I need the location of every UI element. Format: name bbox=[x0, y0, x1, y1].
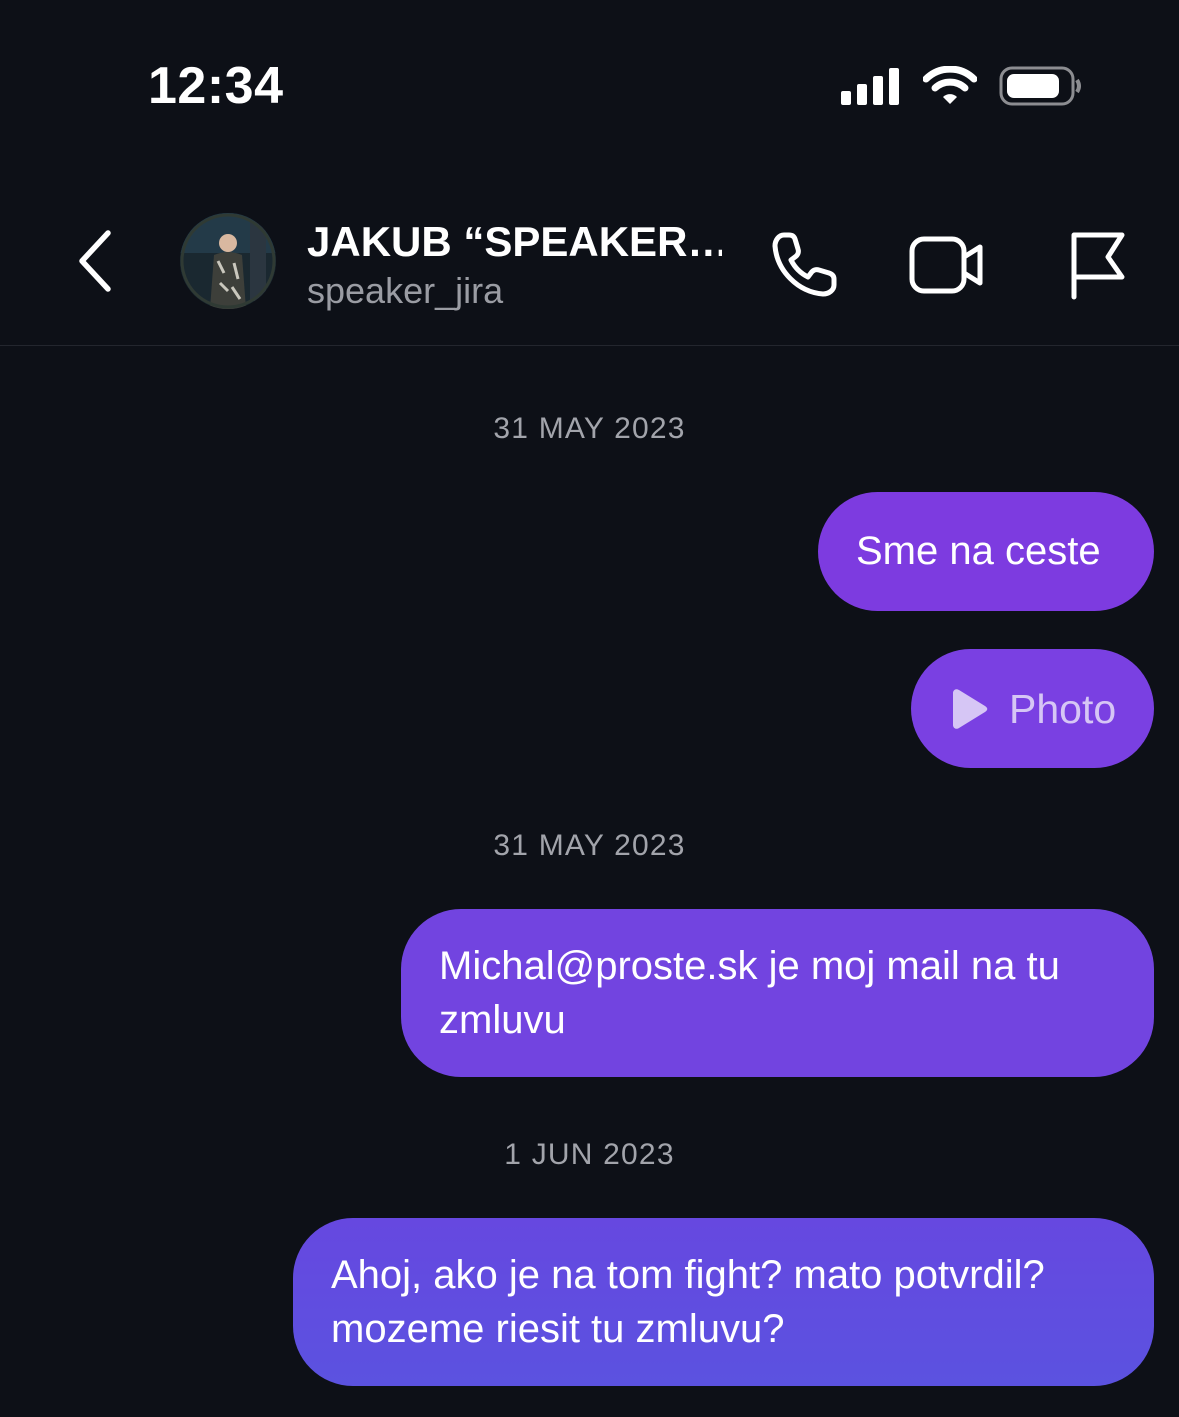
photo-label: Photo bbox=[1009, 685, 1117, 732]
phone-icon bbox=[772, 232, 837, 297]
flag-icon bbox=[1071, 232, 1125, 300]
message-bubble[interactable]: Ahoj, ako je na tom fight? mato potvrdil… bbox=[293, 1218, 1154, 1386]
cellular-signal-icon bbox=[841, 68, 899, 105]
message-text: Sme na ceste bbox=[856, 529, 1101, 573]
contact-name[interactable]: JAKUB “SPEAKER… bbox=[307, 218, 722, 266]
chat-header: JAKUB “SPEAKER… speaker_jira bbox=[0, 170, 1179, 346]
audio-call-button[interactable] bbox=[764, 225, 844, 305]
video-camera-icon bbox=[909, 236, 983, 294]
photo-message-bubble[interactable]: Photo bbox=[911, 649, 1154, 768]
video-call-button[interactable] bbox=[908, 225, 988, 305]
back-button[interactable] bbox=[70, 226, 120, 296]
date-separator: 31 MAY 2023 bbox=[493, 412, 686, 445]
avatar[interactable] bbox=[180, 213, 276, 309]
wifi-icon bbox=[923, 66, 977, 104]
message-text: Michal@proste.sk je moj mail na tu zmluv… bbox=[439, 944, 1060, 1042]
message-bubble[interactable]: Sme na ceste bbox=[818, 492, 1154, 611]
contact-username[interactable]: speaker_jira bbox=[307, 270, 503, 312]
battery-icon bbox=[999, 66, 1081, 106]
report-button[interactable] bbox=[1054, 225, 1134, 305]
date-separator: 1 JUN 2023 bbox=[504, 1138, 675, 1171]
profile-photo bbox=[180, 213, 276, 309]
date-separator: 31 MAY 2023 bbox=[493, 829, 686, 862]
chevron-left-icon bbox=[79, 230, 111, 292]
play-icon bbox=[953, 688, 988, 729]
status-bar: 12:34 bbox=[0, 0, 1179, 170]
status-time: 12:34 bbox=[148, 57, 284, 115]
message-bubble[interactable]: Michal@proste.sk je moj mail na tu zmluv… bbox=[401, 909, 1154, 1077]
message-text: Ahoj, ako je na tom fight? mato potvrdil… bbox=[331, 1253, 1045, 1351]
status-icons bbox=[841, 66, 1083, 106]
